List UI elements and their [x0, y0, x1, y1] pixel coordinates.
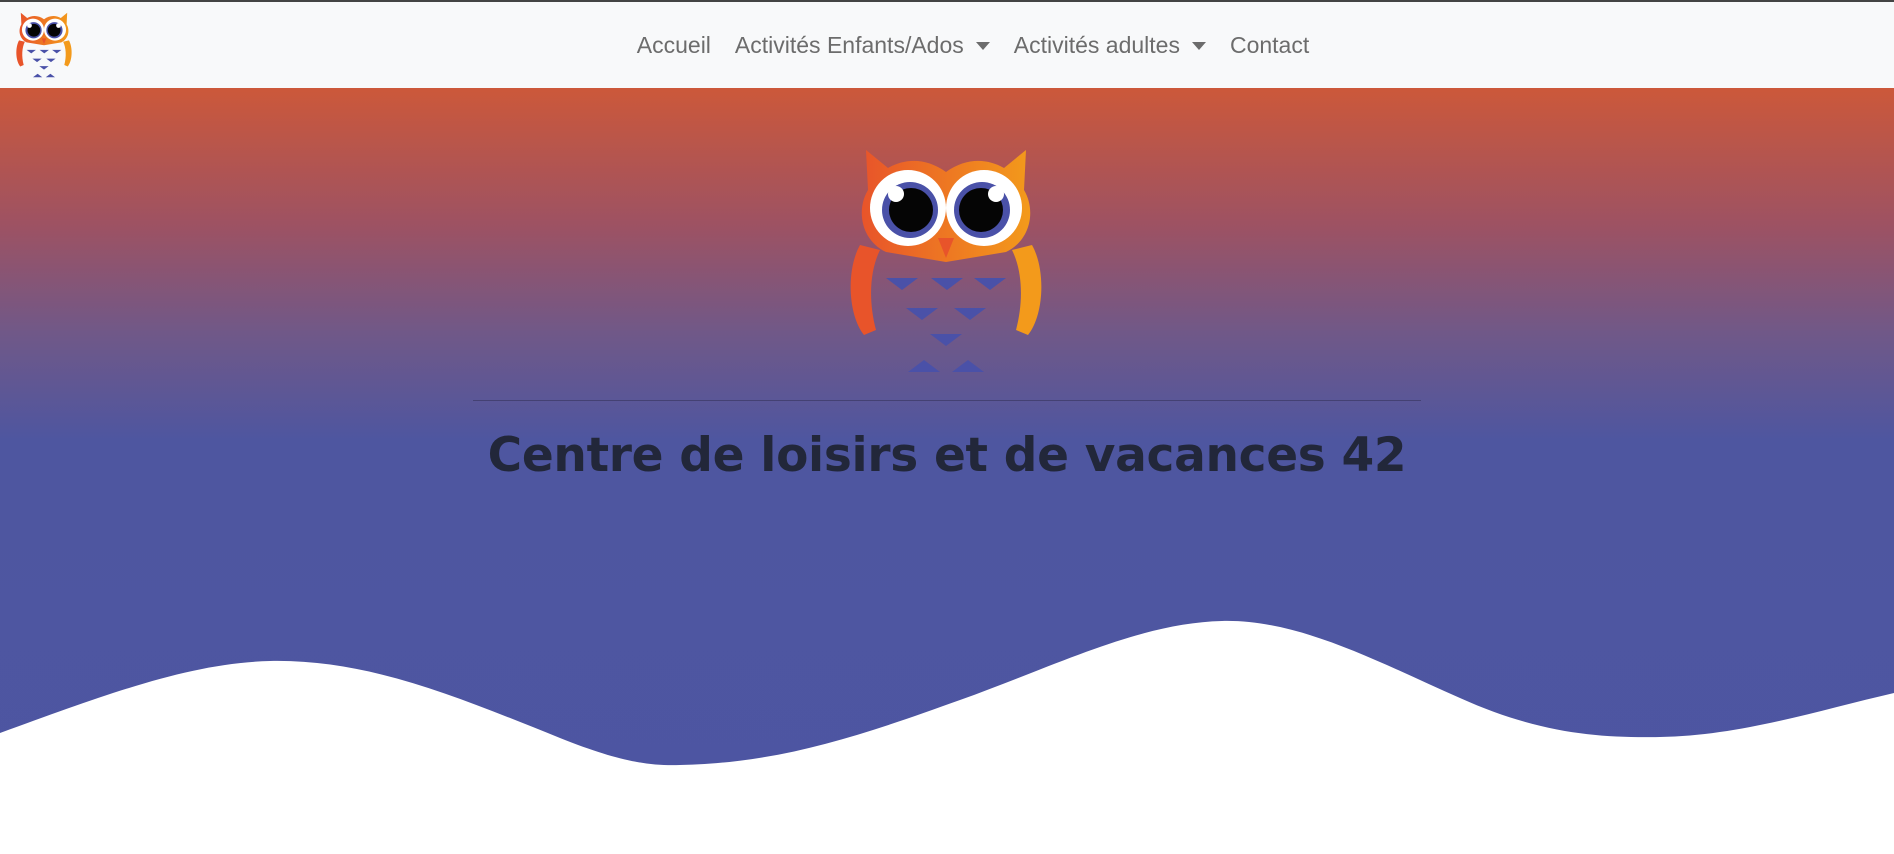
nav-item-activites-enfants-ados[interactable]: Activités Enfants/Ados	[723, 32, 1002, 59]
nav-item-label: Accueil	[636, 31, 711, 58]
nav-links: Accueil Activités Enfants/Ados Activités…	[0, 2, 1894, 88]
nav-item-contact[interactable]: Contact	[1218, 32, 1321, 59]
nav-item-label: Activités adultes	[1013, 31, 1180, 58]
navbar: Accueil Activités Enfants/Ados Activités…	[0, 2, 1894, 88]
caret-down-icon	[1191, 42, 1206, 50]
nav-item-accueil[interactable]: Accueil	[625, 32, 723, 59]
nav-menu: Accueil Activités Enfants/Ados Activités…	[573, 32, 1321, 59]
nav-item-label: Contact	[1229, 31, 1310, 58]
hero-section: Centre de loisirs et de vacances 42	[0, 88, 1894, 854]
nav-item-activites-adultes[interactable]: Activités adultes	[1002, 32, 1218, 59]
caret-down-icon	[975, 42, 990, 50]
nav-item-label: Activités Enfants/Ados	[734, 31, 964, 58]
wave-divider	[0, 620, 1894, 854]
